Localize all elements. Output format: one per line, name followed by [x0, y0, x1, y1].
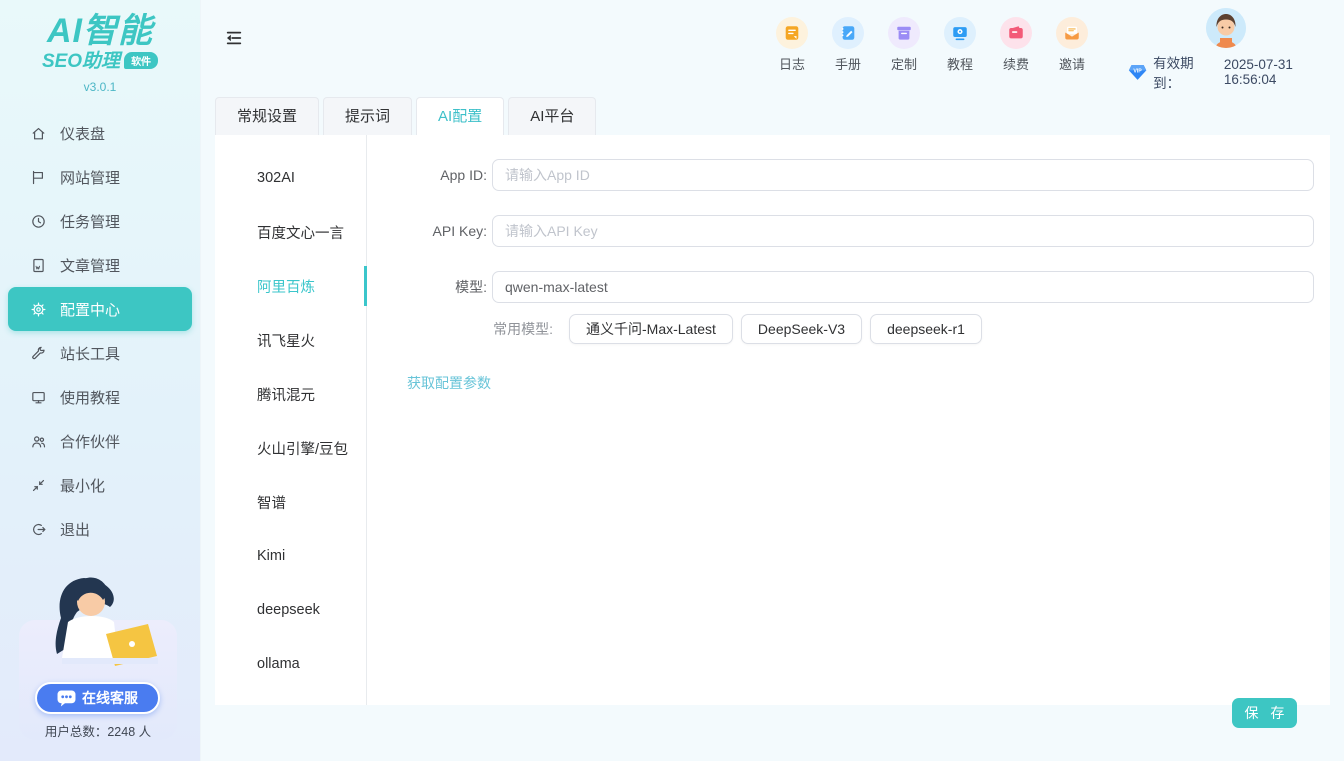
- provider-volcano-doubao[interactable]: 火山引擎/豆包: [215, 421, 366, 475]
- vip-expiry-value: 2025-07-31 16:56:04: [1224, 57, 1344, 87]
- sidebar-item-articles[interactable]: 文章管理: [8, 243, 192, 287]
- wrench-icon: [30, 345, 47, 362]
- sidebar-item-minimize[interactable]: 最小化: [8, 463, 192, 507]
- settings-tabs: 常规设置 提示词 AI配置 AI平台: [215, 97, 596, 135]
- model-input[interactable]: [492, 271, 1314, 303]
- vip-expiry-label: 有效期到：: [1153, 52, 1218, 92]
- app-id-label: App ID:: [275, 159, 487, 191]
- provider-kimi[interactable]: Kimi: [215, 529, 366, 583]
- user-count: 用户总数：2248 人: [19, 721, 177, 740]
- sidebar-item-label: 退出: [60, 519, 90, 540]
- app-version: v3.0.1: [0, 80, 200, 94]
- sidebar-item-label: 使用教程: [60, 387, 120, 408]
- tab-ai-platform[interactable]: AI平台: [508, 97, 596, 135]
- renew-icon: [1000, 17, 1032, 49]
- sidebar-item-label: 仪表盘: [60, 123, 105, 144]
- sidebar-item-tasks[interactable]: 任务管理: [8, 199, 192, 243]
- manual-icon: [832, 17, 864, 49]
- api-key-label: API Key:: [275, 215, 487, 247]
- common-models: 通义千问-Max-Latest DeepSeek-V3 deepseek-r1: [569, 314, 982, 344]
- online-support-button[interactable]: 在线客服: [35, 682, 160, 714]
- tab-general-settings[interactable]: 常规设置: [215, 97, 319, 135]
- sidebar-item-dashboard[interactable]: 仪表盘: [8, 111, 192, 155]
- ai-config-panel: 302AI 百度文心一言 阿里百炼 讯飞星火 腾讯混元 火山引擎/豆包 智谱 K…: [215, 135, 1330, 705]
- quick-action-label: 日志: [779, 54, 805, 73]
- quick-action-label: 邀请: [1059, 54, 1085, 73]
- sidebar-collapse-icon[interactable]: [225, 29, 243, 47]
- quick-action-manual[interactable]: 手册: [820, 17, 876, 73]
- document-icon: [30, 257, 47, 274]
- vip-icon: VIP: [1128, 64, 1147, 81]
- provider-tencent-hunyuan[interactable]: 腾讯混元: [215, 367, 366, 421]
- minimize-icon: [30, 477, 47, 494]
- sidebar-item-label: 站长工具: [60, 343, 120, 364]
- invite-icon: [1056, 17, 1088, 49]
- quick-action-label: 手册: [835, 54, 861, 73]
- api-key-input[interactable]: [492, 215, 1314, 247]
- log-icon: [776, 17, 808, 49]
- app-id-input[interactable]: [492, 159, 1314, 191]
- sidebar-item-logout[interactable]: 退出: [8, 507, 192, 551]
- gear-icon: [30, 301, 47, 318]
- logo-title: AI智能: [0, 14, 200, 48]
- quick-action-label: 教程: [947, 54, 973, 73]
- quick-action-log[interactable]: 日志: [764, 17, 820, 73]
- model-label: 模型:: [275, 271, 487, 303]
- sidebar-item-partners[interactable]: 合作伙伴: [8, 419, 192, 463]
- provider-zhipu[interactable]: 智谱: [215, 475, 366, 529]
- app-logo: AI智能 SEO助理软件 v3.0.1: [0, 0, 200, 94]
- quick-action-tutorial[interactable]: 教程: [932, 17, 988, 73]
- sidebar-item-config-center[interactable]: 配置中心: [8, 287, 192, 331]
- provider-deepseek[interactable]: deepseek: [215, 583, 366, 637]
- sidebar-item-tutorials[interactable]: 使用教程: [8, 375, 192, 419]
- sidebar: AI智能 SEO助理软件 v3.0.1 仪表盘 网站管理 任务管理 文章管理 配…: [0, 0, 201, 761]
- sidebar-item-label: 文章管理: [60, 255, 120, 276]
- monitor-icon: [30, 389, 47, 406]
- sidebar-item-label: 配置中心: [60, 299, 120, 320]
- quick-action-label: 定制: [891, 54, 917, 73]
- model-chip-qwen-max-latest[interactable]: 通义千问-Max-Latest: [569, 314, 733, 344]
- clock-icon: [30, 213, 47, 230]
- quick-action-custom[interactable]: 定制: [876, 17, 932, 73]
- sidebar-item-websites[interactable]: 网站管理: [8, 155, 192, 199]
- sidebar-item-webmaster-tools[interactable]: 站长工具: [8, 331, 192, 375]
- logo-subtitle: SEO助理软件: [0, 46, 200, 73]
- model-chip-deepseek-r1[interactable]: deepseek-r1: [870, 314, 982, 344]
- logout-icon: [30, 521, 47, 538]
- quick-action-renew[interactable]: 续费: [988, 17, 1044, 73]
- sidebar-item-label: 合作伙伴: [60, 431, 120, 452]
- home-icon: [30, 125, 47, 142]
- quick-actions: 日志 手册 定制 教程 续费 邀请: [764, 17, 1100, 73]
- provider-ollama[interactable]: ollama: [215, 637, 366, 691]
- quick-action-invite[interactable]: 邀请: [1044, 17, 1100, 73]
- customer-service-illustration: [28, 574, 164, 678]
- chat-icon: [57, 690, 76, 707]
- quick-action-label: 续费: [1003, 54, 1029, 73]
- sidebar-item-label: 最小化: [60, 475, 105, 496]
- tutorial-icon: [944, 17, 976, 49]
- tab-prompts[interactable]: 提示词: [323, 97, 412, 135]
- sidebar-item-label: 任务管理: [60, 211, 120, 232]
- fetch-config-link[interactable]: 获取配置参数: [407, 373, 491, 393]
- flag-icon: [30, 169, 47, 186]
- tab-ai-config[interactable]: AI配置: [416, 97, 504, 135]
- sidebar-menu: 仪表盘 网站管理 任务管理 文章管理 配置中心 站长工具 使用教程 合作伙伴: [0, 111, 200, 551]
- user-avatar[interactable]: [1206, 8, 1246, 48]
- save-button[interactable]: 保 存: [1232, 698, 1297, 728]
- online-support-label: 在线客服: [82, 688, 138, 708]
- partners-icon: [30, 433, 47, 450]
- logo-badge: 软件: [124, 52, 158, 69]
- custom-icon: [888, 17, 920, 49]
- provider-xunfei-spark[interactable]: 讯飞星火: [215, 313, 366, 367]
- model-chip-deepseek-v3[interactable]: DeepSeek-V3: [741, 314, 862, 344]
- common-models-label: 常用模型:: [395, 314, 553, 344]
- svg-text:VIP: VIP: [1133, 68, 1142, 74]
- sidebar-item-label: 网站管理: [60, 167, 120, 188]
- vip-status: VIP 有效期到：2025-07-31 16:56:04: [1128, 52, 1344, 92]
